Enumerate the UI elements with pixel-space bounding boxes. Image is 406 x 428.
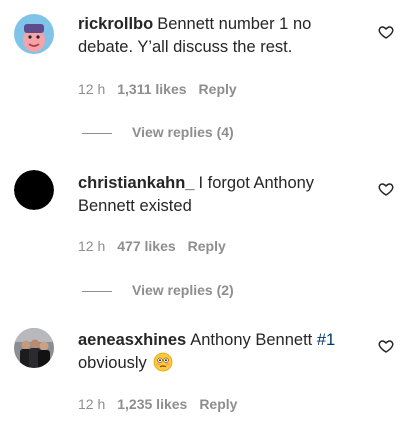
view-replies-button[interactable]: View replies (2) bbox=[82, 281, 234, 299]
view-replies-label: View replies (4) bbox=[132, 124, 234, 140]
comment-time: 12 h bbox=[78, 238, 106, 254]
comment-meta: 12 h 477 likes Reply bbox=[78, 237, 226, 255]
avatar[interactable] bbox=[14, 14, 54, 54]
comment-text: aeneasxhines Anthony Bennett #1 obviously bbox=[78, 329, 360, 375]
username[interactable]: aeneasxhines bbox=[78, 331, 186, 349]
likes-count[interactable]: 477 likes bbox=[117, 238, 175, 254]
heart-outline-icon[interactable] bbox=[378, 181, 394, 197]
view-replies-button[interactable]: View replies (4) bbox=[82, 123, 234, 141]
view-replies-label: View replies (2) bbox=[132, 282, 234, 298]
heart-outline-icon[interactable] bbox=[378, 338, 394, 354]
reply-button[interactable]: Reply bbox=[199, 81, 237, 97]
group-photo-avatar bbox=[14, 328, 54, 368]
comment-time: 12 h bbox=[78, 396, 106, 412]
avatar[interactable] bbox=[14, 170, 54, 210]
likes-count[interactable]: 1,235 likes bbox=[117, 396, 187, 412]
reply-button[interactable]: Reply bbox=[199, 396, 237, 412]
comment-text: rickrollbo Bennett number 1 no debate. Y’… bbox=[78, 13, 360, 59]
divider-line bbox=[82, 290, 112, 292]
comment-meta: 12 h 1,235 likes Reply bbox=[78, 395, 237, 413]
heart-outline-icon[interactable] bbox=[378, 24, 394, 40]
black-circle-avatar bbox=[14, 170, 54, 210]
likes-count[interactable]: 1,311 likes bbox=[117, 81, 186, 97]
username[interactable]: christiankahn_ bbox=[78, 174, 194, 192]
comment-body-start: Anthony Bennett bbox=[190, 331, 317, 349]
divider-line bbox=[82, 132, 112, 134]
comment-text: christiankahn_ I forgot Anthony Bennett e… bbox=[78, 172, 360, 218]
hashtag-link[interactable]: #1 bbox=[317, 331, 335, 349]
comment-body-end: obviously bbox=[78, 354, 147, 372]
flushed-face-emoji bbox=[153, 352, 173, 372]
comment-meta: 12 h 1,311 likes Reply bbox=[78, 80, 237, 98]
username[interactable]: rickrollbo bbox=[78, 15, 153, 33]
comment-time: 12 h bbox=[78, 81, 106, 97]
cartoon-face-avatar bbox=[14, 14, 54, 54]
avatar[interactable] bbox=[14, 328, 54, 368]
reply-button[interactable]: Reply bbox=[188, 238, 226, 254]
